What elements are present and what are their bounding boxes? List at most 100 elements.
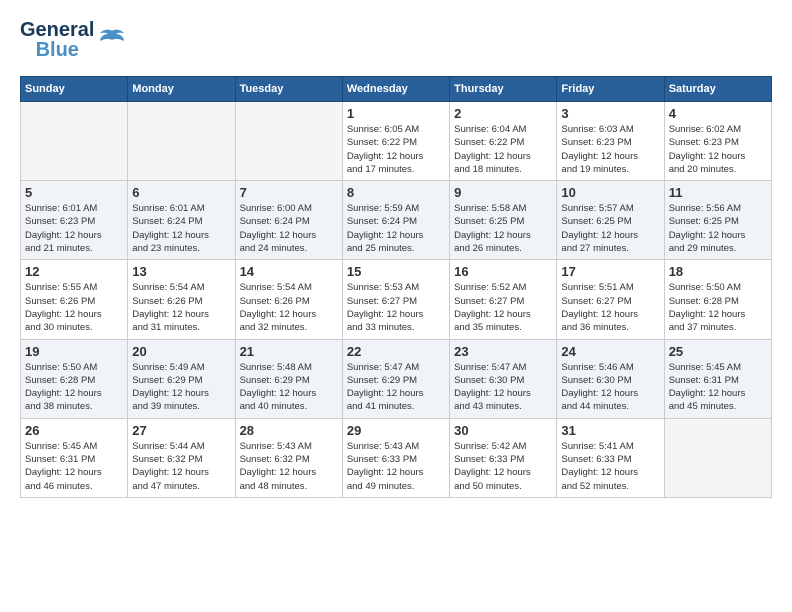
calendar-table: SundayMondayTuesdayWednesdayThursdayFrid…	[20, 76, 772, 498]
calendar-cell: 2 Sunrise: 6:04 AM Sunset: 6:22 PM Daylig…	[450, 102, 557, 181]
calendar-cell: 30 Sunrise: 5:42 AM Sunset: 6:33 PM Dayli…	[450, 418, 557, 497]
day-number: 1	[347, 106, 445, 121]
day-info: Sunrise: 5:59 AM Sunset: 6:24 PM Dayligh…	[347, 202, 445, 255]
calendar-cell: 24Sunrise: 5:46 AM Sunset: 6:30 PM Dayli…	[557, 339, 664, 418]
logo-text-general: General	[20, 20, 94, 40]
calendar-week-2: 5Sunrise: 6:01 AM Sunset: 6:23 PM Daylig…	[21, 181, 772, 260]
calendar-cell: 8 Sunrise: 5:59 AM Sunset: 6:24 PM Daylig…	[342, 181, 449, 260]
header-wednesday: Wednesday	[342, 77, 449, 102]
calendar-header-row: SundayMondayTuesdayWednesdayThursdayFrid…	[21, 77, 772, 102]
day-number: 31	[561, 423, 659, 438]
calendar-cell: 15Sunrise: 5:53 AM Sunset: 6:27 PM Dayli…	[342, 260, 449, 339]
day-number: 4	[669, 106, 767, 121]
calendar-cell: 16 Sunrise: 5:52 AM Sunset: 6:27 PM Dayli…	[450, 260, 557, 339]
day-number: 27	[132, 423, 230, 438]
calendar-cell: 19 Sunrise: 5:50 AM Sunset: 6:28 PM Dayli…	[21, 339, 128, 418]
calendar-cell	[21, 102, 128, 181]
calendar-cell: 1 Sunrise: 6:05 AM Sunset: 6:22 PM Daylig…	[342, 102, 449, 181]
day-info: Sunrise: 5:57 AM Sunset: 6:25 PM Dayligh…	[561, 202, 659, 255]
day-info: Sunrise: 5:47 AM Sunset: 6:30 PM Dayligh…	[454, 361, 552, 414]
day-info: Sunrise: 5:48 AM Sunset: 6:29 PM Dayligh…	[240, 361, 338, 414]
day-number: 20	[132, 344, 230, 359]
day-number: 28	[240, 423, 338, 438]
day-number: 17	[561, 264, 659, 279]
calendar-cell: 20 Sunrise: 5:49 AM Sunset: 6:29 PM Dayli…	[128, 339, 235, 418]
calendar-cell: 12 Sunrise: 5:55 AM Sunset: 6:26 PM Dayli…	[21, 260, 128, 339]
day-number: 29	[347, 423, 445, 438]
calendar-cell: 26 Sunrise: 5:45 AM Sunset: 6:31 PM Dayli…	[21, 418, 128, 497]
day-info: Sunrise: 5:55 AM Sunset: 6:26 PM Dayligh…	[25, 281, 123, 334]
day-info: Sunrise: 5:56 AM Sunset: 6:25 PM Dayligh…	[669, 202, 767, 255]
calendar-cell: 5Sunrise: 6:01 AM Sunset: 6:23 PM Daylig…	[21, 181, 128, 260]
day-info: Sunrise: 6:05 AM Sunset: 6:22 PM Dayligh…	[347, 123, 445, 176]
calendar-cell: 14 Sunrise: 5:54 AM Sunset: 6:26 PM Dayli…	[235, 260, 342, 339]
day-info: Sunrise: 5:42 AM Sunset: 6:33 PM Dayligh…	[454, 440, 552, 493]
header-friday: Friday	[557, 77, 664, 102]
day-number: 13	[132, 264, 230, 279]
day-info: Sunrise: 6:02 AM Sunset: 6:23 PM Dayligh…	[669, 123, 767, 176]
day-number: 26	[25, 423, 123, 438]
calendar-cell: 21Sunrise: 5:48 AM Sunset: 6:29 PM Dayli…	[235, 339, 342, 418]
calendar-cell: 17Sunrise: 5:51 AM Sunset: 6:27 PM Dayli…	[557, 260, 664, 339]
day-number: 11	[669, 185, 767, 200]
logo-bird-icon	[98, 29, 126, 51]
day-number: 22	[347, 344, 445, 359]
day-info: Sunrise: 5:58 AM Sunset: 6:25 PM Dayligh…	[454, 202, 552, 255]
day-info: Sunrise: 6:00 AM Sunset: 6:24 PM Dayligh…	[240, 202, 338, 255]
day-number: 14	[240, 264, 338, 279]
calendar-week-4: 19 Sunrise: 5:50 AM Sunset: 6:28 PM Dayli…	[21, 339, 772, 418]
calendar-cell	[664, 418, 771, 497]
day-number: 18	[669, 264, 767, 279]
page-header: General Blue	[20, 20, 772, 60]
calendar-week-3: 12 Sunrise: 5:55 AM Sunset: 6:26 PM Dayli…	[21, 260, 772, 339]
calendar-cell: 6 Sunrise: 6:01 AM Sunset: 6:24 PM Daylig…	[128, 181, 235, 260]
day-number: 5	[25, 185, 123, 200]
day-info: Sunrise: 5:45 AM Sunset: 6:31 PM Dayligh…	[669, 361, 767, 414]
calendar-cell	[128, 102, 235, 181]
calendar-cell: 27 Sunrise: 5:44 AM Sunset: 6:32 PM Dayli…	[128, 418, 235, 497]
day-info: Sunrise: 5:50 AM Sunset: 6:28 PM Dayligh…	[669, 281, 767, 334]
day-number: 2	[454, 106, 552, 121]
day-info: Sunrise: 5:43 AM Sunset: 6:32 PM Dayligh…	[240, 440, 338, 493]
calendar-cell: 4 Sunrise: 6:02 AM Sunset: 6:23 PM Daylig…	[664, 102, 771, 181]
day-info: Sunrise: 5:52 AM Sunset: 6:27 PM Dayligh…	[454, 281, 552, 334]
header-monday: Monday	[128, 77, 235, 102]
day-number: 16	[454, 264, 552, 279]
header-thursday: Thursday	[450, 77, 557, 102]
calendar-cell: 28 Sunrise: 5:43 AM Sunset: 6:32 PM Dayli…	[235, 418, 342, 497]
day-number: 24	[561, 344, 659, 359]
day-info: Sunrise: 6:04 AM Sunset: 6:22 PM Dayligh…	[454, 123, 552, 176]
day-info: Sunrise: 5:44 AM Sunset: 6:32 PM Dayligh…	[132, 440, 230, 493]
calendar-cell: 11 Sunrise: 5:56 AM Sunset: 6:25 PM Dayli…	[664, 181, 771, 260]
day-number: 30	[454, 423, 552, 438]
calendar-week-5: 26 Sunrise: 5:45 AM Sunset: 6:31 PM Dayli…	[21, 418, 772, 497]
day-info: Sunrise: 5:45 AM Sunset: 6:31 PM Dayligh…	[25, 440, 123, 493]
calendar-cell: 22 Sunrise: 5:47 AM Sunset: 6:29 PM Dayli…	[342, 339, 449, 418]
day-info: Sunrise: 5:54 AM Sunset: 6:26 PM Dayligh…	[132, 281, 230, 334]
day-info: Sunrise: 5:54 AM Sunset: 6:26 PM Dayligh…	[240, 281, 338, 334]
day-number: 8	[347, 185, 445, 200]
calendar-cell: 18 Sunrise: 5:50 AM Sunset: 6:28 PM Dayli…	[664, 260, 771, 339]
day-info: Sunrise: 5:47 AM Sunset: 6:29 PM Dayligh…	[347, 361, 445, 414]
day-number: 3	[561, 106, 659, 121]
day-number: 23	[454, 344, 552, 359]
day-number: 10	[561, 185, 659, 200]
day-number: 12	[25, 264, 123, 279]
calendar-cell: 3Sunrise: 6:03 AM Sunset: 6:23 PM Daylig…	[557, 102, 664, 181]
calendar-cell: 25Sunrise: 5:45 AM Sunset: 6:31 PM Dayli…	[664, 339, 771, 418]
logo-text-blue: Blue	[36, 40, 79, 60]
header-sunday: Sunday	[21, 77, 128, 102]
day-info: Sunrise: 5:49 AM Sunset: 6:29 PM Dayligh…	[132, 361, 230, 414]
calendar-cell	[235, 102, 342, 181]
calendar-cell: 9Sunrise: 5:58 AM Sunset: 6:25 PM Daylig…	[450, 181, 557, 260]
day-info: Sunrise: 6:01 AM Sunset: 6:24 PM Dayligh…	[132, 202, 230, 255]
calendar-cell: 10 Sunrise: 5:57 AM Sunset: 6:25 PM Dayli…	[557, 181, 664, 260]
day-info: Sunrise: 5:43 AM Sunset: 6:33 PM Dayligh…	[347, 440, 445, 493]
day-number: 6	[132, 185, 230, 200]
calendar-week-1: 1 Sunrise: 6:05 AM Sunset: 6:22 PM Daylig…	[21, 102, 772, 181]
calendar-cell: 13 Sunrise: 5:54 AM Sunset: 6:26 PM Dayli…	[128, 260, 235, 339]
day-number: 19	[25, 344, 123, 359]
logo: General Blue	[20, 20, 126, 60]
day-info: Sunrise: 5:50 AM Sunset: 6:28 PM Dayligh…	[25, 361, 123, 414]
calendar-cell: 23 Sunrise: 5:47 AM Sunset: 6:30 PM Dayli…	[450, 339, 557, 418]
